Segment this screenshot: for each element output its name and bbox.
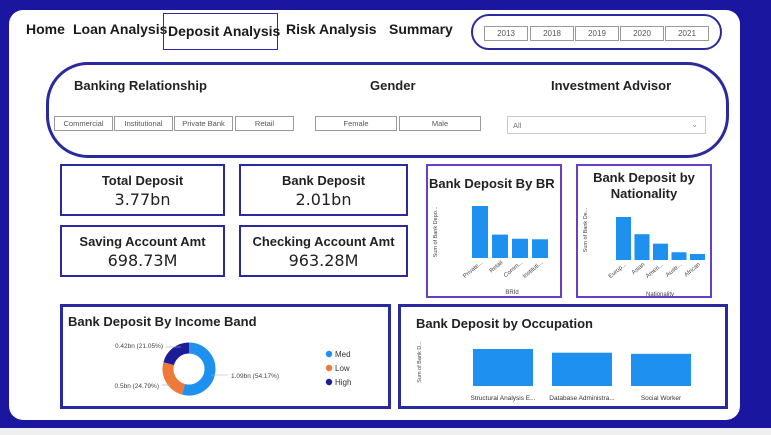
bar — [473, 349, 533, 386]
tick-label: Austr... — [665, 262, 683, 279]
tick-label: Instituti... — [522, 260, 545, 280]
br-option-institutional[interactable]: Institutional — [114, 116, 173, 131]
year-button[interactable]: 2013 — [484, 26, 528, 41]
legend-swatch — [325, 364, 333, 372]
bar — [552, 352, 612, 386]
nav-loan-analysis[interactable]: Loan Analysis — [73, 21, 167, 37]
tick-label: Retail — [489, 260, 505, 274]
kpi-saving-account: Saving Account Amt 698.73M — [60, 225, 225, 277]
kpi-value: 3.77bn — [114, 190, 171, 209]
kpi-title: Total Deposit — [101, 173, 184, 188]
chart-deposit-by-nationality: Bank Deposit by Nationality Europ... Asia… — [576, 164, 712, 298]
occupation-bar-chart: Structural Analysis E... Database Adminis… — [417, 341, 691, 402]
bar — [472, 206, 488, 258]
br-option-retail[interactable]: Retail — [235, 116, 294, 131]
bar — [616, 217, 631, 260]
tick-label: Comm... — [503, 260, 524, 279]
year-button[interactable]: 2021 — [665, 26, 709, 41]
tick-label: African — [684, 262, 702, 279]
year-button[interactable]: 2018 — [530, 26, 574, 41]
br-bar-chart: Private... RetailComm...Instituti... BRId S… — [433, 206, 548, 296]
gender-option-male[interactable]: Male — [399, 116, 481, 131]
bar — [671, 252, 687, 260]
kpi-value: 698.73M — [107, 251, 178, 270]
tick-label: Social Worker — [641, 395, 682, 402]
investment-advisor-dropdown[interactable]: All ⌄ — [507, 116, 706, 134]
gender-title: Gender — [370, 78, 416, 93]
donut-slice — [163, 342, 190, 366]
legend-swatch — [325, 350, 333, 358]
kpi-total-deposit: Total Deposit 3.77bn — [60, 164, 225, 216]
chart-deposit-by-income-band: Bank Deposit By Income Band 1.09bn (54.1… — [60, 304, 391, 409]
tick-label: Structural Analysis E... — [470, 395, 535, 402]
kpi-value: 963.28M — [288, 251, 359, 270]
kpi-title: Saving Account Amt — [79, 234, 206, 249]
x-axis-label: Nationality — [646, 292, 674, 296]
bar — [690, 253, 705, 260]
y-axis-label: Sum of Bank De... — [583, 207, 589, 252]
nav-deposit-analysis[interactable]: Deposit Analysis — [163, 13, 280, 50]
chart-deposit-by-br: Bank Deposit By BR Private... Retail Comm.… — [426, 164, 562, 298]
bar — [634, 234, 650, 260]
data-label: 0.42bn (21.05%) — [115, 343, 163, 350]
legend-label: Low — [335, 364, 350, 373]
nav-risk-analysis[interactable]: Risk Analysis — [286, 21, 377, 37]
nav-home[interactable]: Home — [26, 21, 65, 37]
x-axis-label: BRId — [505, 290, 518, 296]
kpi-checking-account: Checking Account Amt 963.28M — [239, 225, 408, 277]
tick-label: Private... — [462, 260, 484, 280]
br-option-private-bank[interactable]: Private Bank — [174, 116, 233, 131]
tick-label: Database Administra... — [549, 395, 615, 402]
y-axis-label: Sum of Bank D... — [417, 341, 423, 383]
chevron-down-icon: ⌄ — [691, 120, 698, 129]
tick-label: Asian — [631, 262, 646, 276]
kpi-title: Bank Deposit — [281, 173, 366, 188]
data-label: 1.09bn (54.17%) — [231, 373, 279, 380]
bar — [512, 238, 528, 258]
income-donut-chart: 1.09bn (54.17%) 0.5bn (24.79%) 0.42bn (21.… — [115, 342, 351, 396]
y-axis-label: Sum of Bank Depo... — [433, 206, 439, 257]
dropdown-value: All — [513, 121, 522, 130]
legend-swatch — [325, 378, 333, 386]
filters-panel — [46, 62, 729, 158]
donut-slice — [182, 342, 216, 396]
bar — [532, 239, 548, 258]
chart-deposit-by-occupation: Bank Deposit by Occupation Structural An… — [398, 304, 728, 409]
legend-label: High — [335, 378, 351, 387]
banking-relationship-title: Banking Relationship — [74, 78, 207, 93]
bar — [492, 234, 508, 258]
year-button[interactable]: 2019 — [575, 26, 619, 41]
kpi-title: Checking Account Amt — [252, 234, 395, 249]
gender-option-female[interactable]: Female — [315, 116, 397, 131]
br-option-commercial[interactable]: Commercial — [54, 116, 113, 131]
kpi-bank-deposit: Bank Deposit 2.01bn — [239, 164, 408, 216]
kpi-value: 2.01bn — [295, 190, 352, 209]
bar — [631, 353, 691, 386]
legend-label: Med — [335, 350, 351, 359]
tick-label: Europ... — [608, 262, 628, 280]
data-label: 0.5bn (24.79%) — [115, 383, 159, 390]
donut-slice — [162, 362, 186, 395]
year-slicer: 2013 2018 2019 2020 2021 — [471, 14, 722, 50]
tick-label: Ameri... — [645, 262, 665, 280]
year-button[interactable]: 2020 — [620, 26, 664, 41]
nationality-bar-chart: Europ... AsianAmeri... Austr... African Nati… — [583, 207, 705, 296]
bottom-strip — [0, 428, 771, 435]
investment-advisor-title: Investment Advisor — [551, 78, 672, 93]
nav-summary[interactable]: Summary — [389, 21, 453, 37]
bar — [653, 243, 668, 260]
